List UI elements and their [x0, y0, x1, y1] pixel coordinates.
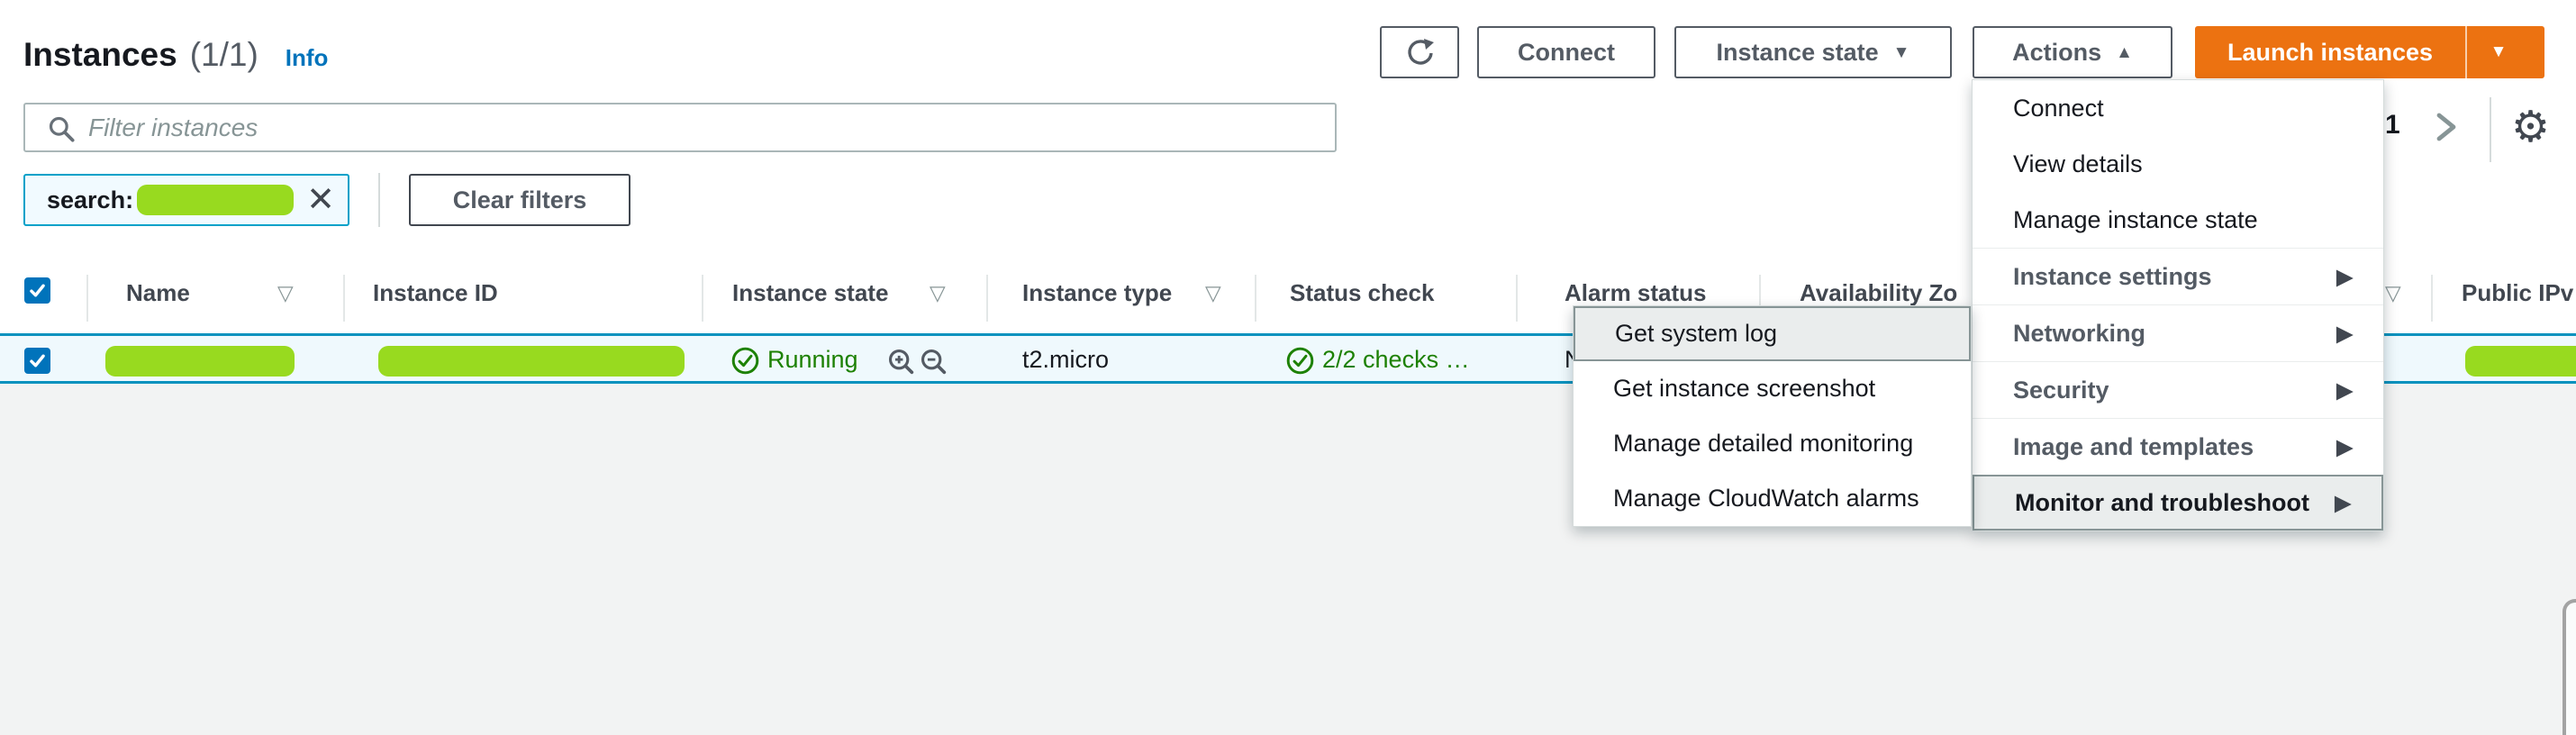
search-input[interactable]: [23, 103, 1337, 152]
ec2-instances-page: Instances (1/1) Info Connect Instance st…: [0, 0, 2576, 735]
redacted-public-ip: [2465, 346, 2576, 377]
menu-item-manage-instance-state[interactable]: Manage instance state: [1973, 192, 2383, 248]
redacted-filter-value: [137, 185, 294, 215]
column-header-instance-type[interactable]: Instance type: [1022, 279, 1172, 307]
menu-item-label: Instance settings: [2013, 263, 2212, 291]
sort-icon-name[interactable]: ▽: [277, 281, 294, 305]
running-status-icon: [731, 347, 759, 375]
submenu-arrow-icon: ▶: [2336, 435, 2353, 459]
redacted-instance-id: [378, 346, 685, 377]
column-header-name[interactable]: Name: [126, 279, 190, 307]
clear-filters-button[interactable]: Clear filters: [409, 174, 630, 226]
menu-item-security[interactable]: Security ▶: [1973, 362, 2383, 418]
page-header: Instances (1/1) Info: [23, 36, 328, 74]
column-header-instance-id[interactable]: Instance ID: [373, 279, 498, 307]
menu-item-view-details[interactable]: View details: [1973, 136, 2383, 192]
zoom-in-icon[interactable]: [886, 347, 917, 377]
remove-filter-icon[interactable]: ✕: [306, 183, 335, 217]
menu-item-label: View details: [2013, 150, 2143, 178]
gear-icon[interactable]: ⚙: [2511, 106, 2550, 150]
pagination-page-1[interactable]: 1: [2385, 110, 2400, 141]
submenu-arrow-icon: ▶: [2335, 491, 2351, 515]
menu-item-image-and-templates[interactable]: Image and templates ▶: [1973, 419, 2383, 475]
actions-menu: Connect View details Manage instance sta…: [1972, 79, 2384, 531]
actions-button[interactable]: Actions ▲: [1973, 26, 2172, 78]
refresh-button[interactable]: [1380, 26, 1459, 78]
sort-icon-instance-state[interactable]: ▽: [930, 281, 946, 305]
submenu-item-label: Get instance screenshot: [1613, 375, 1875, 403]
column-header-instance-state[interactable]: Instance state: [732, 279, 888, 307]
column-divider: [986, 275, 988, 322]
instance-count: (1/1): [190, 36, 259, 74]
info-link[interactable]: Info: [286, 44, 329, 72]
menu-item-label: Connect: [2013, 95, 2104, 122]
pagination-next-icon[interactable]: [2434, 112, 2459, 142]
submenu-item-label: Manage CloudWatch alarms: [1613, 485, 1919, 513]
instance-state-button[interactable]: Instance state ▼: [1674, 26, 1952, 78]
menu-item-label: Monitor and troubleshoot: [2015, 489, 2309, 517]
zoom-out-icon[interactable]: [919, 347, 949, 377]
search-icon: [47, 114, 76, 143]
column-divider: [1255, 275, 1256, 322]
column-header-status-check[interactable]: Status check: [1290, 279, 1434, 307]
connect-button-label: Connect: [1518, 39, 1615, 67]
column-divider: [702, 275, 703, 322]
menu-item-label: Manage instance state: [2013, 206, 2258, 234]
submenu-arrow-icon: ▶: [2336, 322, 2353, 346]
row-checkbox[interactable]: [24, 348, 50, 374]
menu-item-label: Image and templates: [2013, 433, 2254, 461]
column-header-availability-zone[interactable]: Availability Zo: [1800, 279, 1957, 307]
sort-icon-instance-type[interactable]: ▽: [1205, 281, 1221, 305]
submenu-item-label: Get system log: [1615, 320, 1777, 348]
status-check-icon: [1286, 347, 1314, 375]
menu-item-monitor-and-troubleshoot[interactable]: Monitor and troubleshoot ▶: [1973, 475, 2383, 531]
caret-down-icon: ▼: [1893, 44, 1910, 61]
column-divider: [2431, 275, 2433, 322]
filter-bar-divider: [378, 173, 380, 227]
instance-state-value: Running: [767, 346, 858, 374]
menu-item-instance-settings[interactable]: Instance settings ▶: [1973, 249, 2383, 304]
launch-caret-down-icon[interactable]: ▼: [2467, 26, 2530, 78]
monitor-troubleshoot-submenu: Get system log Get instance screenshot M…: [1573, 305, 1972, 527]
column-divider: [86, 275, 88, 322]
submenu-item-label: Manage detailed monitoring: [1613, 430, 1913, 458]
caret-up-icon: ▲: [2116, 44, 2133, 61]
sort-icon-availability-zone[interactable]: ▽: [2385, 281, 2401, 305]
menu-item-label: Networking: [2013, 320, 2145, 348]
submenu-item-manage-detailed-monitoring[interactable]: Manage detailed monitoring: [1574, 416, 1971, 471]
redacted-instance-name: [105, 346, 295, 377]
clear-filters-label: Clear filters: [453, 186, 587, 214]
select-all-checkbox[interactable]: [24, 277, 50, 304]
page-title: Instances: [23, 36, 177, 74]
menu-item-networking[interactable]: Networking ▶: [1973, 305, 2383, 361]
connect-button[interactable]: Connect: [1477, 26, 1655, 78]
pagination-divider: [2490, 97, 2491, 162]
column-divider: [343, 275, 345, 322]
instance-state-button-label: Instance state: [1717, 39, 1879, 67]
instance-type-value: t2.micro: [1022, 346, 1109, 374]
refresh-icon: [1403, 36, 1436, 68]
column-divider: [1516, 275, 1518, 322]
submenu-arrow-icon: ▶: [2336, 378, 2353, 403]
menu-item-label: Security: [2013, 377, 2109, 404]
submenu-item-get-system-log[interactable]: Get system log: [1574, 306, 1971, 361]
filter-tag-label: search:: [47, 186, 133, 214]
scrollbar[interactable]: [2562, 599, 2576, 735]
menu-item-connect[interactable]: Connect: [1973, 80, 2383, 136]
submenu-item-get-instance-screenshot[interactable]: Get instance screenshot: [1574, 361, 1971, 416]
submenu-item-manage-cloudwatch-alarms[interactable]: Manage CloudWatch alarms: [1574, 471, 1971, 526]
launch-instances-button[interactable]: Launch instances ▼: [2195, 26, 2544, 78]
launch-instances-label: Launch instances: [2195, 26, 2465, 78]
column-header-alarm-status[interactable]: Alarm status: [1565, 279, 1707, 307]
status-check-value: 2/2 checks …: [1322, 346, 1470, 374]
actions-button-label: Actions: [2012, 39, 2101, 67]
submenu-arrow-icon: ▶: [2336, 265, 2353, 289]
column-header-public-ip[interactable]: Public IPv: [2462, 279, 2573, 307]
filter-tag-search: search: ✕: [23, 174, 349, 226]
